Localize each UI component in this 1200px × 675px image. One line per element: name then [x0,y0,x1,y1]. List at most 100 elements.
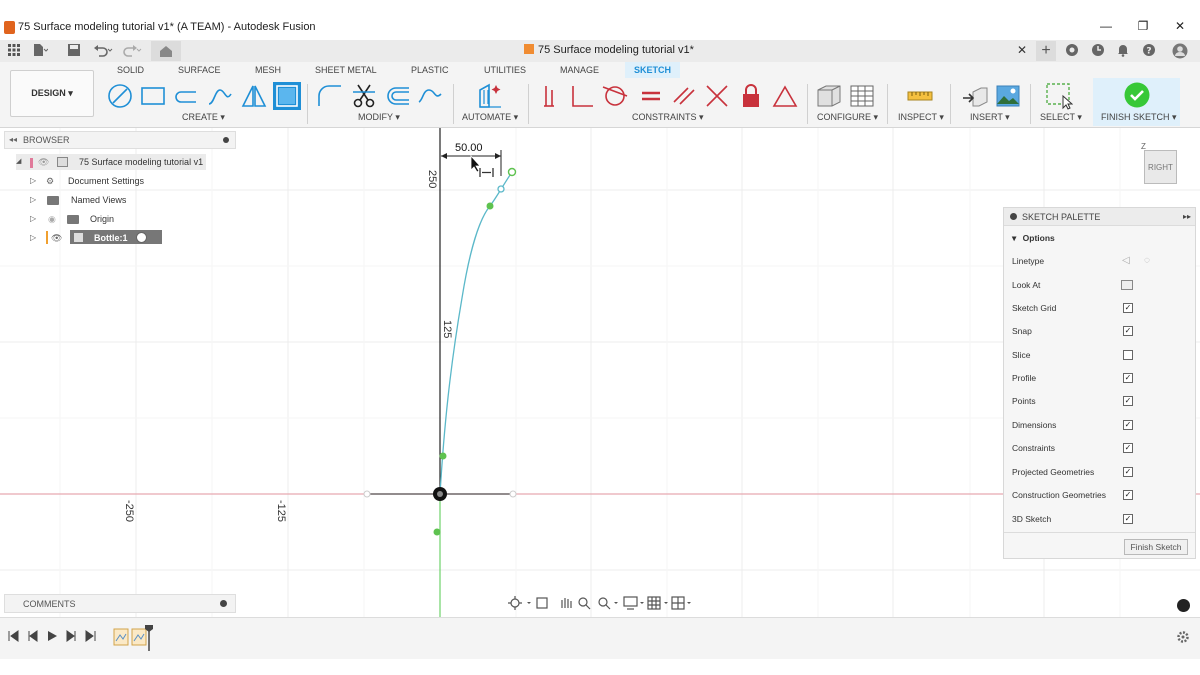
tab-plastic[interactable]: PLASTIC [411,65,449,75]
timeline-previous-icon[interactable] [27,630,39,645]
browser-panel-header[interactable]: ◂◂ BROWSER [4,131,236,149]
parallel-constraint-icon[interactable] [670,82,698,110]
save-icon[interactable] [66,43,82,57]
undo-icon[interactable] [93,43,113,57]
timeline-last-icon[interactable] [85,630,97,645]
tab-mesh[interactable]: MESH [255,65,281,75]
timeline-settings-gear-icon[interactable] [1176,630,1190,644]
configure-menu[interactable]: CONFIGURE ▾ [817,112,878,123]
collapse-browser-icon[interactable]: ◂◂ [9,135,17,144]
tangent-constraint-icon[interactable] [601,82,629,110]
dimensions-checkbox[interactable]: ✓ [1123,420,1133,430]
extensions-icon[interactable] [1064,43,1080,57]
options-section[interactable]: ▾ Options [1012,233,1055,244]
palette-pin-icon[interactable] [1010,213,1017,220]
tab-solid[interactable]: SOLID [117,65,144,75]
collapse-arrow-icon[interactable]: ▾ [1012,233,1016,243]
document-tab[interactable]: 75 Surface modeling tutorial v1* [524,44,694,56]
timeline-sketch-feature-icon[interactable] [113,627,129,647]
spline-tool-icon[interactable] [206,82,234,110]
tab-manage[interactable]: MANAGE [560,65,599,75]
symmetry-constraint-icon[interactable] [703,82,731,110]
expand-arrow-icon[interactable]: ▷ [30,230,36,246]
insert-derive-icon[interactable] [961,82,989,110]
configure-table-icon[interactable] [848,82,876,110]
3d-sketch-checkbox[interactable]: ✓ [1123,514,1133,524]
hidden-eye-icon[interactable]: ◉ [48,211,56,227]
browser-item-bottle[interactable]: ▷ 👁 Bottle:1 [30,230,162,246]
sketch-palette-header[interactable]: SKETCH PALETTE ▸▸ [1004,208,1195,226]
close-window-button[interactable]: ✕ [1170,19,1190,33]
equal-constraint-icon[interactable] [637,82,665,110]
linetype-construction-icon[interactable]: ◁ [1122,255,1130,266]
comments-pin-icon[interactable] [220,600,227,607]
sketch-grid-checkbox[interactable]: ✓ [1123,303,1133,313]
new-tab-icon[interactable]: + [1036,41,1056,61]
automate-menu[interactable]: AUTOMATE ▾ [462,112,518,123]
browser-item-origin[interactable]: ▷ ◉ Origin [30,211,130,227]
tab-sketch[interactable]: SKETCH [634,65,671,75]
modify-menu[interactable]: MODIFY ▾ [358,112,400,123]
line-tool-icon[interactable] [106,82,134,110]
pan-hand-icon[interactable] [557,594,575,612]
tab-sheet-metal[interactable]: SHEET METAL [315,65,377,75]
projected-geometries-checkbox[interactable]: ✓ [1123,467,1133,477]
redo-icon[interactable] [122,43,142,57]
inspect-menu[interactable]: INSPECT ▾ [898,112,944,123]
linetype-centerline-icon[interactable]: ◌ [1144,255,1150,266]
orbit-indicator-icon[interactable] [1177,599,1190,612]
insert-image-icon[interactable] [994,82,1022,110]
finish-sketch-palette-button[interactable]: Finish Sketch [1124,539,1188,555]
expand-arrow-icon[interactable]: ▷ [30,173,36,189]
expand-arrow-icon[interactable]: ▷ [30,192,36,208]
mirror-tool-icon[interactable] [240,82,268,110]
offset-tool-icon[interactable] [384,82,412,110]
grid-settings-icon[interactable] [646,594,668,612]
fillet-tool-icon[interactable] [316,82,344,110]
timeline-next-icon[interactable] [65,630,77,645]
insert-menu[interactable]: INSERT ▾ [970,112,1010,123]
tab-utilities[interactable]: UTILITIES [484,65,526,75]
comments-panel-header[interactable]: COMMENTS [4,594,236,613]
select-window-icon[interactable] [1045,82,1074,110]
profile-checkbox[interactable]: ✓ [1123,373,1133,383]
minimize-button[interactable]: — [1096,19,1116,33]
select-menu[interactable]: SELECT ▾ [1040,112,1082,123]
orbit-tool-icon[interactable] [505,594,523,612]
notifications-bell-icon[interactable] [1115,43,1131,57]
timeline-play-icon[interactable] [46,630,58,645]
coincident-constraint-icon[interactable] [536,82,564,110]
collapse-arrow-icon[interactable]: ◢ [16,154,21,170]
file-menu-icon[interactable] [32,43,49,57]
zoom-icon[interactable] [577,594,595,612]
browser-item-document-settings[interactable]: ▷ ⚙ Document Settings [30,173,150,189]
constraints-checkbox[interactable]: ✓ [1123,443,1133,453]
project-tool-icon[interactable] [273,82,301,110]
visibility-eye-icon[interactable]: 👁 [38,154,49,170]
viewcube[interactable]: RIGHT [1144,150,1177,184]
look-at-icon[interactable] [1121,280,1133,290]
sketch-scale-tool-icon[interactable] [417,82,445,110]
document-tab-close-button[interactable]: ✕ [1017,43,1027,57]
app-grid-icon[interactable] [6,43,22,57]
slot-tool-icon[interactable] [172,82,200,110]
automate-dimension-icon[interactable] [476,82,504,110]
maximize-button[interactable]: ❐ [1133,19,1153,33]
workspace-switcher[interactable]: DESIGN ▾ [10,70,94,117]
user-avatar-icon[interactable] [1172,43,1188,59]
configure-box-icon[interactable] [815,82,843,110]
trim-tool-icon[interactable] [350,82,378,110]
slice-checkbox[interactable] [1123,350,1133,360]
browser-pin-icon[interactable] [223,137,229,143]
fix-constraint-lock-icon[interactable] [737,82,765,110]
fit-zoom-icon[interactable] [597,594,619,612]
points-checkbox[interactable]: ✓ [1123,396,1133,406]
triangle-constraint-icon[interactable] [771,82,799,110]
horizontal-dimension-value[interactable]: 50.00 [455,142,483,154]
expand-arrow-icon[interactable]: ▷ [30,211,36,227]
viewports-icon[interactable] [670,594,694,612]
tab-surface[interactable]: SURFACE [178,65,221,75]
help-icon[interactable]: ? [1141,43,1157,57]
browser-item-named-views[interactable]: ▷ Named Views [30,192,130,208]
measure-ruler-icon[interactable] [906,82,934,110]
